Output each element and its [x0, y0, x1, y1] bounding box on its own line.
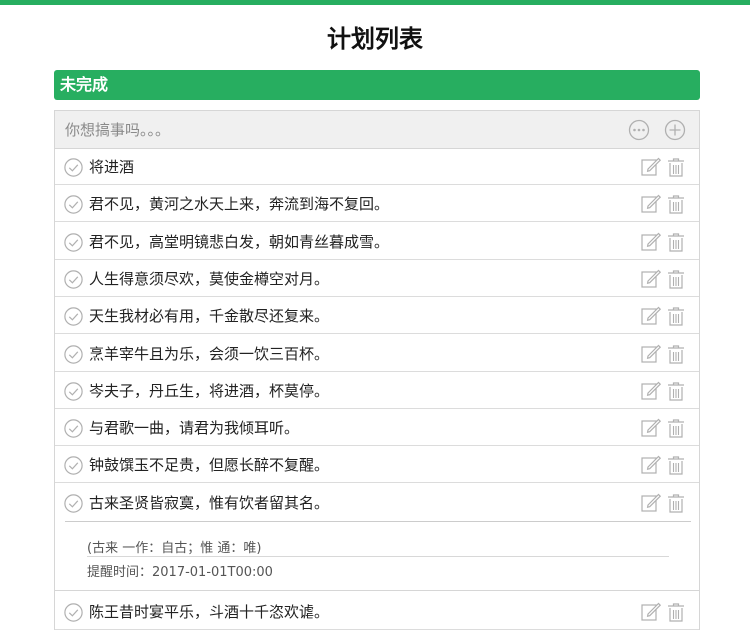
- section-header-incomplete[interactable]: 未完成: [54, 70, 700, 100]
- edit-icon[interactable]: [641, 232, 661, 252]
- edit-icon[interactable]: [641, 306, 661, 326]
- check-circle-icon[interactable]: [64, 419, 83, 438]
- todo-row: 将进酒: [55, 148, 699, 185]
- todo-text[interactable]: 君不见，黄河之水天上来，奔流到海不复回。: [89, 194, 389, 214]
- plus-circle-icon[interactable]: [664, 119, 686, 141]
- edit-icon[interactable]: [641, 455, 661, 475]
- section-label: 未完成: [60, 75, 109, 94]
- todo-row: 烹羊宰牛且为乐，会须一饮三百杯。: [55, 335, 699, 372]
- todo-text[interactable]: 钟鼓馔玉不足贵，但愿长醉不复醒。: [89, 455, 329, 475]
- comment-icon[interactable]: [628, 119, 650, 141]
- todo-text[interactable]: 与君歌一曲，请君为我倾耳听。: [89, 418, 299, 438]
- edit-icon[interactable]: [641, 344, 661, 364]
- check-circle-icon[interactable]: [64, 270, 83, 289]
- todo-row: 君不见，黄河之水天上来，奔流到海不复回。: [55, 185, 699, 223]
- todo-row: 人生得意须尽欢，莫使金樽空对月。: [55, 260, 699, 297]
- reminder-time: 提醒时间：2017-01-01T00:00: [87, 565, 273, 580]
- edit-icon[interactable]: [641, 602, 661, 622]
- check-circle-icon[interactable]: [64, 232, 83, 252]
- page-title: 计划列表: [327, 25, 423, 53]
- check-circle-icon[interactable]: [64, 493, 83, 513]
- edit-icon[interactable]: [641, 493, 661, 513]
- new-todo-row: [55, 111, 699, 149]
- edit-icon[interactable]: [641, 269, 661, 289]
- todo-text[interactable]: 人生得意须尽欢，莫使金樽空对月。: [89, 269, 329, 289]
- edit-icon[interactable]: [641, 418, 661, 438]
- todo-row: 君不见，高堂明镜悲白发，朝如青丝暮成雪。: [55, 223, 699, 260]
- check-circle-icon[interactable]: [64, 158, 83, 177]
- trash-icon[interactable]: [667, 344, 685, 364]
- detail-divider-top: [65, 521, 691, 522]
- todo-row: 古来圣贤皆寂寞，惟有饮者留其名。: [55, 484, 699, 521]
- detail-note: (古来 一作：自古；惟 通：唯): [87, 541, 262, 556]
- check-circle-icon[interactable]: [64, 456, 83, 476]
- detail-divider: [87, 556, 669, 557]
- todo-text[interactable]: 天生我材必有用，千金散尽还复来。: [89, 306, 329, 326]
- todo-row: 岑夫子，丹丘生，将进酒，杯莫停。: [55, 372, 699, 409]
- check-circle-icon[interactable]: [64, 382, 83, 401]
- todo-text[interactable]: 古来圣贤皆寂寞，惟有饮者留其名。: [89, 493, 329, 513]
- todo-row: 钟鼓馔玉不足贵，但愿长醉不复醒。: [55, 446, 699, 484]
- todo-list-panel: 将进酒君不见，黄河之水天上来，奔流到海不复回。君不见，高堂明镜悲白发，朝如青丝暮…: [54, 110, 700, 630]
- trash-icon[interactable]: [667, 455, 685, 475]
- trash-icon[interactable]: [667, 381, 685, 401]
- check-circle-icon[interactable]: [64, 603, 83, 622]
- trash-icon[interactable]: [667, 306, 685, 326]
- todo-text[interactable]: 岑夫子，丹丘生，将进酒，杯莫停。: [89, 381, 329, 401]
- todo-row: 陈王昔时宴平乐，斗酒十千恣欢谑。: [55, 593, 699, 630]
- edit-icon[interactable]: [641, 381, 661, 401]
- todo-text[interactable]: 君不见，高堂明镜悲白发，朝如青丝暮成雪。: [89, 232, 389, 252]
- edit-icon[interactable]: [641, 194, 661, 214]
- edit-icon[interactable]: [641, 157, 661, 177]
- check-circle-icon[interactable]: [64, 307, 83, 326]
- new-todo-input[interactable]: [63, 116, 607, 144]
- trash-icon[interactable]: [667, 418, 685, 438]
- top-accent-bar: [0, 0, 750, 5]
- trash-icon[interactable]: [667, 269, 685, 289]
- todo-row: 天生我材必有用，千金散尽还复来。: [55, 297, 699, 335]
- trash-icon[interactable]: [667, 602, 685, 622]
- todo-row: 与君歌一曲，请君为我倾耳听。: [55, 409, 699, 447]
- todo-detail-expanded: (古来 一作：自古；惟 通：唯) 提醒时间：2017-01-01T00:00: [55, 521, 699, 591]
- trash-icon[interactable]: [667, 157, 685, 177]
- check-circle-icon[interactable]: [64, 344, 83, 364]
- trash-icon[interactable]: [667, 232, 685, 252]
- trash-icon[interactable]: [667, 194, 685, 214]
- check-circle-icon[interactable]: [64, 195, 83, 214]
- todo-text[interactable]: 烹羊宰牛且为乐，会须一饮三百杯。: [89, 344, 329, 364]
- todo-text[interactable]: 将进酒: [89, 157, 134, 177]
- trash-icon[interactable]: [667, 493, 685, 513]
- todo-text[interactable]: 陈王昔时宴平乐，斗酒十千恣欢谑。: [89, 602, 329, 622]
